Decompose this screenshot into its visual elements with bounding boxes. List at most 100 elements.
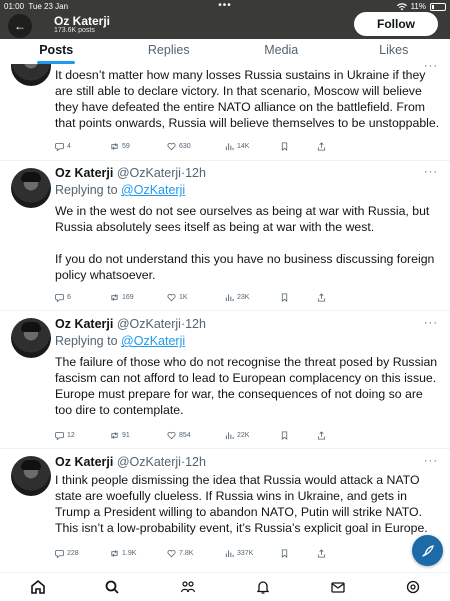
bookmark-icon bbox=[280, 142, 289, 151]
avatar[interactable] bbox=[11, 456, 51, 496]
share-button[interactable] bbox=[317, 142, 326, 151]
author-handle[interactable]: @OzKaterji bbox=[117, 166, 181, 180]
like-button[interactable]: 1K bbox=[167, 293, 188, 302]
repost-count: 169 bbox=[122, 294, 134, 301]
back-button[interactable]: ← bbox=[8, 14, 32, 38]
tweet[interactable]: Oz Katerji @OzKaterji·12h ··· I think pe… bbox=[0, 448, 450, 572]
bookmark-button[interactable] bbox=[280, 431, 289, 440]
replying-to-link[interactable]: @OzKaterji bbox=[121, 183, 185, 197]
messages-envelope-icon[interactable] bbox=[330, 579, 346, 595]
compose-feather-icon bbox=[421, 544, 435, 558]
views-button[interactable]: 23K bbox=[225, 293, 249, 302]
replying-to-link[interactable]: @OzKaterji bbox=[121, 334, 185, 348]
bookmark-button[interactable] bbox=[280, 293, 289, 302]
communities-icon[interactable] bbox=[180, 579, 196, 595]
avatar[interactable] bbox=[11, 64, 51, 86]
reply-button[interactable]: 6 bbox=[55, 293, 71, 302]
author-handle[interactable]: @OzKaterji bbox=[117, 317, 181, 331]
repost-button[interactable]: 1.9K bbox=[110, 549, 136, 558]
tweet-time: ·12h bbox=[181, 317, 206, 331]
profile-header: 01:00 Tue 23 Jan ••• 11% ← Oz Katerji 17… bbox=[0, 0, 450, 64]
share-icon bbox=[317, 142, 326, 151]
like-count: 630 bbox=[179, 143, 191, 150]
profile-name: Oz Katerji bbox=[54, 14, 110, 28]
share-icon bbox=[317, 293, 326, 302]
share-button[interactable] bbox=[317, 549, 326, 558]
share-icon bbox=[317, 431, 326, 440]
tab-media[interactable]: Media bbox=[225, 39, 338, 64]
bookmark-button[interactable] bbox=[280, 142, 289, 151]
views-count: 337K bbox=[237, 550, 253, 557]
repost-button[interactable]: 91 bbox=[110, 431, 130, 440]
repost-button[interactable]: 169 bbox=[110, 293, 134, 302]
tweet-header: Oz Katerji @OzKaterji·12h bbox=[55, 455, 206, 469]
more-options-icon[interactable]: ··· bbox=[424, 455, 438, 467]
status-time: 01:00 bbox=[4, 2, 24, 11]
compose-button[interactable] bbox=[412, 535, 443, 566]
reply-icon bbox=[55, 142, 64, 151]
replying-to: Replying to @OzKaterji bbox=[55, 334, 185, 348]
notifications-bell-icon[interactable] bbox=[255, 579, 271, 595]
views-button[interactable]: 22K bbox=[225, 431, 249, 440]
tab-posts[interactable]: Posts bbox=[0, 39, 113, 64]
like-button[interactable]: 854 bbox=[167, 431, 191, 440]
grok-icon[interactable] bbox=[405, 579, 421, 595]
views-count: 14K bbox=[237, 143, 249, 150]
reply-button[interactable]: 4 bbox=[55, 142, 71, 151]
views-icon bbox=[225, 431, 234, 440]
tweet-time: ·12h bbox=[181, 166, 206, 180]
bottom-nav bbox=[0, 572, 450, 601]
tab-likes[interactable]: Likes bbox=[338, 39, 450, 64]
tweet[interactable]: Oz Katerji @OzKaterji·12h ··· Replying t… bbox=[0, 160, 450, 311]
tweet[interactable]: ··· It doesn’t matter how many losses Ru… bbox=[0, 64, 450, 161]
battery-percent: 11% bbox=[411, 2, 426, 11]
like-button[interactable]: 630 bbox=[167, 142, 191, 151]
avatar[interactable] bbox=[11, 168, 51, 208]
profile-posts-count: 173.6K posts bbox=[54, 27, 95, 34]
heart-icon bbox=[167, 431, 176, 440]
tweet[interactable]: Oz Katerji @OzKaterji·12h ··· Replying t… bbox=[0, 310, 450, 449]
home-icon[interactable] bbox=[30, 579, 46, 595]
heart-icon bbox=[167, 293, 176, 302]
share-icon bbox=[317, 549, 326, 558]
reply-icon bbox=[55, 293, 64, 302]
search-icon[interactable] bbox=[104, 579, 120, 595]
tweet-header: Oz Katerji @OzKaterji·12h bbox=[55, 166, 206, 180]
bookmark-icon bbox=[280, 293, 289, 302]
battery-icon bbox=[430, 3, 446, 11]
author-name[interactable]: Oz Katerji bbox=[55, 317, 113, 331]
replying-to: Replying to @OzKaterji bbox=[55, 183, 185, 197]
author-name[interactable]: Oz Katerji bbox=[55, 166, 113, 180]
repost-button[interactable]: 59 bbox=[110, 142, 130, 151]
repost-count: 59 bbox=[122, 143, 130, 150]
wifi-icon bbox=[397, 3, 407, 11]
tab-replies[interactable]: Replies bbox=[113, 39, 226, 64]
tweet-actions: 4 59 630 14K bbox=[55, 142, 335, 154]
like-button[interactable]: 7.8K bbox=[167, 549, 193, 558]
tweet-header: Oz Katerji @OzKaterji·12h bbox=[55, 317, 206, 331]
more-options-icon[interactable]: ··· bbox=[424, 317, 438, 329]
views-button[interactable]: 14K bbox=[225, 142, 249, 151]
bookmark-button[interactable] bbox=[280, 549, 289, 558]
share-button[interactable] bbox=[317, 431, 326, 440]
follow-button[interactable]: Follow bbox=[354, 12, 438, 36]
views-count: 22K bbox=[237, 432, 249, 439]
tweet-actions: 6 169 1K 23K bbox=[55, 293, 335, 305]
reply-icon bbox=[55, 549, 64, 558]
avatar[interactable] bbox=[11, 318, 51, 358]
multitask-dots-icon[interactable]: ••• bbox=[218, 0, 232, 11]
timeline[interactable]: ··· It doesn’t matter how many losses Ru… bbox=[0, 64, 450, 572]
views-icon bbox=[225, 549, 234, 558]
reply-button[interactable]: 12 bbox=[55, 431, 75, 440]
reply-button[interactable]: 228 bbox=[55, 549, 79, 558]
repost-icon bbox=[110, 549, 119, 558]
views-icon bbox=[225, 293, 234, 302]
views-button[interactable]: 337K bbox=[225, 549, 253, 558]
heart-icon bbox=[167, 549, 176, 558]
more-options-icon[interactable]: ··· bbox=[424, 166, 438, 178]
like-count: 854 bbox=[179, 432, 191, 439]
share-button[interactable] bbox=[317, 293, 326, 302]
bookmark-icon bbox=[280, 431, 289, 440]
author-handle[interactable]: @OzKaterji bbox=[117, 455, 181, 469]
author-name[interactable]: Oz Katerji bbox=[55, 455, 113, 469]
